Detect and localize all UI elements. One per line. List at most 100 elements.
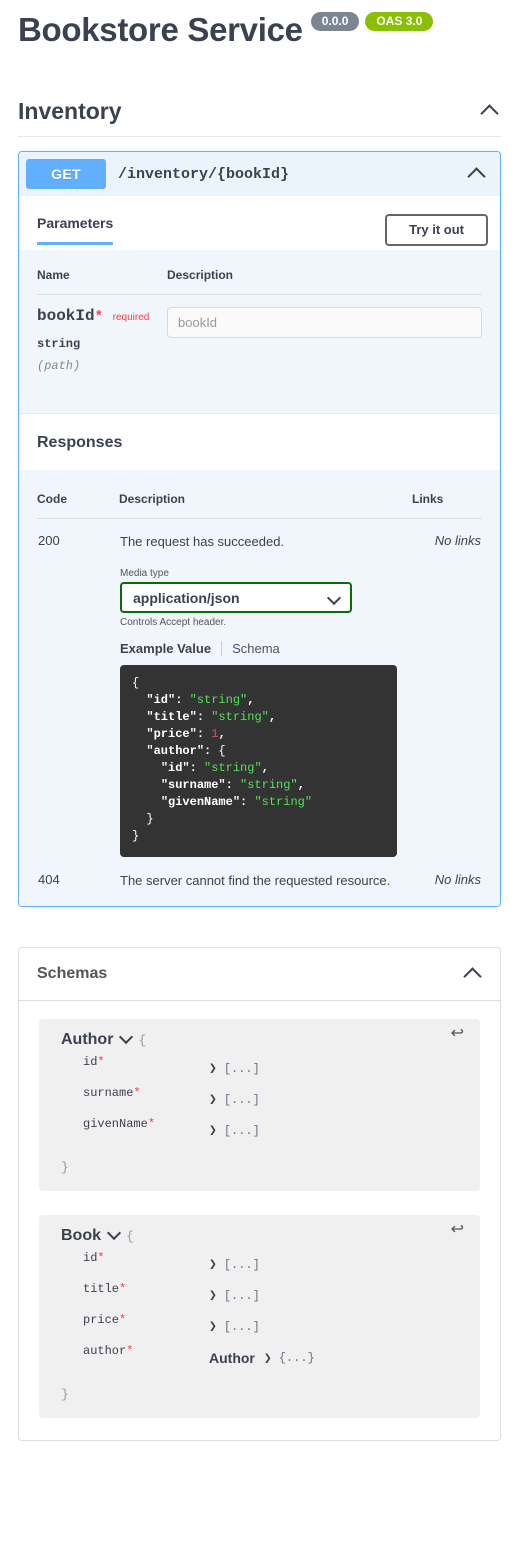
- title-row: Bookstore Service 0.0.0 OAS 3.0: [18, 8, 501, 52]
- code-token: :: [225, 778, 241, 792]
- table-row: bookId* required string (path): [37, 295, 482, 373]
- code-token: {: [132, 676, 140, 690]
- schema-property-collapsed-value: [...]: [223, 1123, 260, 1138]
- api-info-header: Bookstore Service 0.0.0 OAS 3.0: [0, 0, 519, 52]
- media-type-label: Media type: [120, 568, 169, 579]
- schema-property-collapsed-value: {...}: [278, 1351, 315, 1365]
- tab-example-value[interactable]: Example Value: [120, 641, 211, 656]
- schema-property-value[interactable]: Author ❯ {...}: [209, 1343, 315, 1366]
- schema-property-row: givenName* ❯ [...]: [61, 1116, 462, 1142]
- bookid-input[interactable]: [167, 307, 482, 338]
- example-value-code-block[interactable]: { "id": "string", "title": "string", "pr…: [120, 665, 397, 857]
- return-arrow-icon[interactable]: ↩: [451, 1222, 464, 1238]
- schema-property-name: price*: [83, 1313, 127, 1327]
- schema-property-name: id*: [83, 1055, 105, 1069]
- parameters-table: Name Description bookId* required string…: [37, 268, 482, 373]
- responses-section-title: Responses: [19, 413, 500, 470]
- schema-property-collapsed-value: [...]: [223, 1092, 260, 1107]
- response-links-404: No links: [434, 872, 481, 887]
- response-description-200: The request has succeeded.: [120, 534, 285, 549]
- chevron-right-icon[interactable]: ❯: [209, 1257, 217, 1272]
- chevron-right-icon[interactable]: ❯: [209, 1092, 217, 1107]
- code-token: "id": [160, 761, 190, 775]
- code-token: "string": [254, 795, 313, 809]
- operation-tab-bar: Parameters Try it out: [19, 196, 500, 250]
- parameters-col-name: Name: [37, 268, 167, 295]
- schemas-header[interactable]: Schemas: [19, 948, 500, 1001]
- chevron-right-icon[interactable]: ❯: [209, 1123, 217, 1138]
- schema-property-collapsed-value: [...]: [223, 1257, 260, 1272]
- open-brace: {: [126, 1229, 134, 1244]
- schema-property-ref: Author: [209, 1350, 255, 1366]
- tab-schema[interactable]: Schema: [232, 641, 280, 656]
- required-star: *: [126, 1344, 134, 1358]
- code-token: "string": [240, 778, 298, 792]
- required-star: *: [119, 1313, 127, 1327]
- swagger-ui-page: Bookstore Service 0.0.0 OAS 3.0 Inventor…: [0, 0, 519, 1549]
- example-tabs: Example Value Schema: [120, 641, 411, 656]
- code-token: ,: [218, 727, 226, 741]
- operation-summary[interactable]: GET /inventory/{bookId}: [19, 152, 500, 196]
- chevron-up-icon[interactable]: [468, 164, 488, 184]
- required-star: *: [94, 309, 104, 325]
- tab-parameters[interactable]: Parameters: [37, 215, 114, 245]
- response-code-404: 404: [38, 872, 60, 887]
- chevron-right-icon[interactable]: ❯: [209, 1319, 217, 1334]
- schema-property-name: title*: [83, 1282, 127, 1296]
- schema-property-value[interactable]: ❯ [...]: [209, 1116, 260, 1138]
- chevron-right-icon[interactable]: ❯: [209, 1061, 217, 1076]
- chevron-down-icon[interactable]: [108, 1227, 121, 1240]
- schema-model-title-row[interactable]: Author {: [61, 1031, 462, 1049]
- chevron-right-icon[interactable]: ❯: [209, 1288, 217, 1303]
- open-brace: {: [138, 1033, 147, 1048]
- code-token: "surname": [160, 778, 226, 792]
- required-star: *: [133, 1086, 141, 1100]
- schema-property-row: surname* ❯ [...]: [61, 1085, 462, 1111]
- try-it-out-button[interactable]: Try it out: [385, 214, 488, 246]
- page-title: Bookstore Service: [18, 11, 303, 48]
- code-token: :: [240, 795, 255, 809]
- responses-col-code: Code: [37, 492, 119, 519]
- code-token: }: [146, 812, 154, 826]
- response-body-200: The request has succeeded. Media type ap…: [119, 519, 412, 859]
- code-token: :: [175, 693, 190, 707]
- chevron-up-icon[interactable]: [481, 101, 501, 121]
- code-token: }: [132, 829, 140, 843]
- schema-property-value[interactable]: ❯ [...]: [209, 1312, 260, 1334]
- code-token: "price": [146, 727, 197, 741]
- schema-property-value[interactable]: ❯ [...]: [209, 1054, 260, 1076]
- tag-header-inventory[interactable]: Inventory: [18, 98, 501, 137]
- media-type-select[interactable]: application/json: [120, 582, 352, 613]
- schemas-body: ↩ Author{id* ❯ [...] surname* ❯ [...] givenName…: [19, 1001, 500, 1440]
- parameter-name-cell: bookId* required string (path): [37, 295, 167, 373]
- operation-body: Parameters Try it out Name Description b…: [19, 196, 500, 906]
- responses-col-description: Description: [119, 492, 412, 519]
- parameters-col-description: Description: [167, 268, 482, 295]
- schema-model-name: Book: [61, 1227, 101, 1244]
- schema-property-row: id* ❯ [...]: [61, 1250, 462, 1276]
- close-brace: }: [61, 1160, 69, 1175]
- code-token: ,: [268, 710, 277, 724]
- schema-property-value[interactable]: ❯ [...]: [209, 1281, 260, 1303]
- required-star: *: [119, 1282, 127, 1296]
- table-row: 404 The server cannot find the requested…: [37, 858, 482, 890]
- parameter-name-text: bookId: [37, 307, 95, 325]
- response-description-404: The server cannot find the requested res…: [120, 873, 391, 888]
- schema-property-row: id* ❯ [...]: [61, 1054, 462, 1080]
- code-token: "string": [189, 693, 248, 707]
- chevron-down-icon[interactable]: [120, 1031, 133, 1044]
- tag-section-inventory: Inventory: [0, 98, 519, 137]
- schema-model-title-row[interactable]: Book {: [61, 1227, 462, 1245]
- schema-property-value[interactable]: ❯ [...]: [209, 1085, 260, 1107]
- schema-property-value[interactable]: ❯ [...]: [209, 1250, 260, 1272]
- tab-divider: [221, 641, 223, 656]
- chevron-up-icon[interactable]: [464, 964, 484, 984]
- schema-property-row: author* Author ❯ {...}: [61, 1343, 462, 1369]
- chevron-right-icon[interactable]: ❯: [264, 1351, 272, 1366]
- http-method-badge: GET: [26, 159, 106, 189]
- schemas-title: Schemas: [37, 965, 108, 982]
- code-token: :: [189, 761, 205, 775]
- return-arrow-icon[interactable]: ↩: [451, 1026, 464, 1042]
- responses-section: Code Description Links 200 The request h…: [19, 470, 500, 906]
- required-star: *: [147, 1117, 156, 1131]
